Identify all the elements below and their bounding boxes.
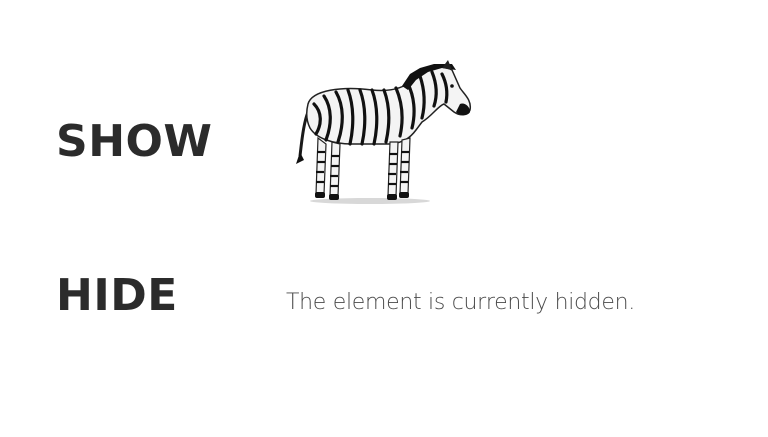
zebra-image <box>292 60 476 206</box>
show-button[interactable]: SHOW <box>56 120 212 164</box>
demo-stage: SHOW HIDE The element is currently hidde… <box>0 0 768 437</box>
status-message: The element is currently hidden. <box>286 290 635 315</box>
hide-button[interactable]: HIDE <box>56 274 178 318</box>
